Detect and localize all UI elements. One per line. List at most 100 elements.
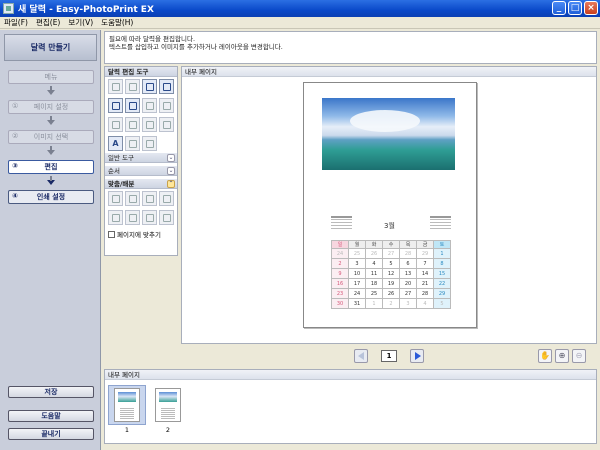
shadow-icon[interactable] [142,117,157,132]
align-center-icon[interactable] [125,191,140,206]
calendar-day: 3 [399,298,417,309]
weekday: 일 [331,240,349,249]
chevron-down-icon[interactable]: ⌄ [167,154,175,162]
menu-help[interactable]: 도움말(H) [101,17,133,28]
copy-icon[interactable] [108,79,123,94]
menu-file[interactable]: 파일(F) [4,17,28,28]
calendar-day: 2 [382,298,400,309]
calendar-week: 24 25 26 27 28 29 1 [331,248,451,259]
calendar-day: 29 [416,248,434,259]
calendar-week: 30 31 1 2 3 4 5 [331,298,451,309]
calendar-day: 27 [382,248,400,259]
step-arrow-icon [47,116,55,125]
help-button[interactable]: 도움말 [8,410,94,422]
calendar-day: 6 [399,258,417,269]
exit-button[interactable]: 끝내기 [8,428,94,440]
calendar-day: 24 [331,248,349,259]
calendar-day: 1 [365,298,383,309]
calendar-grid[interactable]: 일 월 화 수 목 금 토 24 25 26 27 28 29 1 2 3 4 5 6 7 8 9 10 11 1… [331,240,451,309]
stamp-icon[interactable] [142,136,157,151]
calendar-day: 5 [382,258,400,269]
calendar-day: 12 [382,268,400,279]
calendar-day: 21 [416,278,434,289]
zoom-in-icon[interactable]: ⊕ [555,349,569,363]
align-header[interactable]: 맞춤/배분 ⌃ [105,179,177,189]
save-button[interactable]: 저장 [8,386,94,398]
app-icon [3,3,14,14]
calendar-day: 24 [348,288,366,299]
menu-bar: 파일(F) 편집(E) 보기(V) 도움말(H) [0,17,600,29]
calendar-settings-icon[interactable] [125,98,140,113]
rotate-icon[interactable] [159,98,174,113]
calendar-day: 28 [416,288,434,299]
step-page-setup[interactable]: ① 페이지 설정 [8,100,94,114]
calendar-day: 11 [365,268,383,279]
vertical-text-icon[interactable] [125,136,140,151]
weekday: 화 [365,240,383,249]
effect-icon[interactable] [159,117,174,132]
distribute-horizontal-icon[interactable] [142,210,157,225]
page-number: 1 [381,350,397,362]
align-bottom-icon[interactable] [125,210,140,225]
align-left-icon[interactable] [108,191,123,206]
distribute-vertical-icon[interactable] [159,210,174,225]
fit-page-option[interactable]: 페이지에 맞추기 [105,227,177,241]
image-frame-icon[interactable] [159,79,174,94]
step-menu[interactable]: 메뉴 [8,70,94,84]
step-print-settings[interactable]: ④ 인쇄 설정 [8,190,94,204]
step-edit[interactable]: ③ 편집 [8,160,94,174]
weekday: 목 [399,240,417,249]
step-arrow-icon [47,176,55,185]
crop-icon[interactable] [142,98,157,113]
order-header[interactable]: 순서 ⌄ [105,166,177,176]
calendar-day: 8 [433,258,451,269]
prev-month-mini-calendar [331,216,352,233]
page-thumbnail-1[interactable] [108,385,146,425]
close-button[interactable]: × [584,1,598,15]
step-label: 편집 [44,163,58,171]
align-middle-icon[interactable] [108,210,123,225]
align-right-icon[interactable] [142,191,157,206]
menu-edit[interactable]: 편집(E) [36,17,60,28]
chevron-up-icon[interactable]: ⌃ [167,180,175,188]
zoom-out-icon[interactable]: ⊖ [572,349,586,363]
add-image-icon[interactable] [142,79,157,94]
previous-page-button[interactable] [354,349,368,363]
calendar-day: 10 [348,268,366,279]
step-image-select[interactable]: ② 이미지 선택 [8,130,94,144]
sidebar: 달력 만들기 메뉴 ① 페이지 설정 ② 이미지 선택 ③ 편집 ④ 인쇄 설정… [0,30,101,450]
calendar-day: 17 [348,278,366,289]
minimize-button[interactable]: _ [552,1,566,15]
paste-icon[interactable] [125,79,140,94]
frame-icon[interactable] [125,117,140,132]
calendar-week: 23 24 25 26 27 28 29 [331,288,451,299]
page-thumbnails: 내부 페이지 1 2 [104,369,597,444]
maximize-button[interactable]: □ [568,1,582,15]
calendar-page[interactable]: 3월 일 월 화 수 목 금 토 24 25 26 27 28 29 1 2 3 4 5 6 7 8 9 10… [303,82,477,328]
calendar-week: 16 17 18 19 20 21 22 [331,278,451,289]
general-tools-header[interactable]: 일반 도구 ⌄ [105,153,177,163]
menu-view[interactable]: 보기(V) [68,17,93,28]
title-bar: 새 달력 - Easy-PhotoPrint EX _ □ × [0,0,600,17]
calendar-day: 16 [331,278,349,289]
step-number: ② [12,132,19,140]
chevron-down-icon[interactable]: ⌄ [167,167,175,175]
step-number: ① [12,102,19,110]
fit-page-checkbox[interactable] [108,230,115,238]
step-label: 이미지 선택 [33,133,69,141]
month-title: 3월 [384,222,395,230]
align-top-icon[interactable] [159,191,174,206]
calendar-day: 28 [399,248,417,259]
calendar-day: 26 [365,248,383,259]
hand-tool-icon[interactable]: ✋ [538,349,552,363]
calendar-day: 13 [399,268,417,279]
calendar-photo[interactable] [322,98,455,170]
align-label: 맞춤/배분 [108,180,135,188]
next-page-button[interactable] [410,349,424,363]
page-thumbnail-2[interactable] [149,385,187,425]
calendar-day: 18 [365,278,383,289]
background-icon[interactable] [108,117,123,132]
layout-icon[interactable] [108,98,123,113]
thumbnails-header: 내부 페이지 [105,370,596,380]
text-icon[interactable]: A [108,136,123,151]
